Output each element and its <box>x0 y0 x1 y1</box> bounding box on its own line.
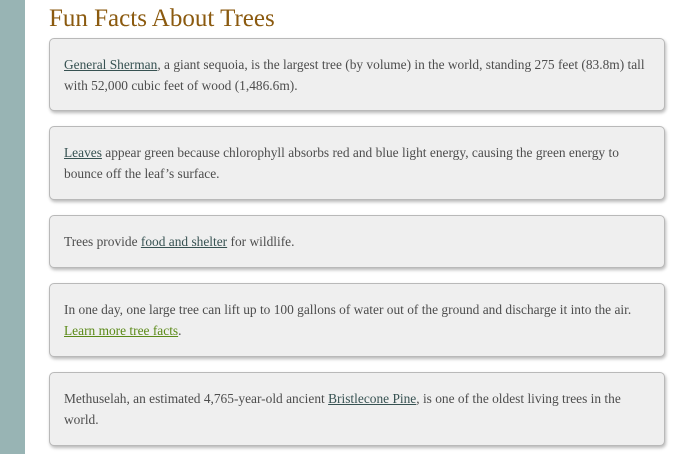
fact-text-after: for wildlife. <box>227 234 295 249</box>
page-title: Fun Facts About Trees <box>49 5 275 32</box>
fact-card-leaves: Leaves appear green because chlorophyll … <box>49 126 665 200</box>
fact-card-methuselah: Methuselah, an estimated 4,765-year-old … <box>49 372 665 446</box>
leaves-link[interactable]: Leaves <box>64 145 102 160</box>
sidebar-band <box>0 0 25 454</box>
fact-text-after: . <box>178 323 182 338</box>
fact-card-water: In one day, one large tree can lift up t… <box>49 283 665 357</box>
fact-text-before: Trees provide <box>64 234 141 249</box>
fact-text-after: appear green because chlorophyll absorbs… <box>64 145 619 181</box>
learn-more-tree-facts-link[interactable]: Learn more tree facts <box>64 323 178 338</box>
fact-text-before: In one day, one large tree can lift up t… <box>64 302 632 317</box>
fact-card-general-sherman: General Sherman, a giant sequoia, is the… <box>49 38 665 111</box>
general-sherman-link[interactable]: General Sherman <box>64 57 157 72</box>
fact-text: In one day, one large tree can lift up t… <box>64 299 650 341</box>
bristlecone-pine-link[interactable]: Bristlecone Pine <box>328 391 416 406</box>
fact-text: Leaves appear green because chlorophyll … <box>64 142 650 184</box>
fact-text: Trees provide food and shelter for wildl… <box>64 231 294 252</box>
food-and-shelter-link[interactable]: food and shelter <box>141 234 227 249</box>
fact-text-before: Methuselah, an estimated 4,765-year-old … <box>64 391 329 406</box>
fact-card-food-shelter: Trees provide food and shelter for wildl… <box>49 215 665 268</box>
fact-text: General Sherman, a giant sequoia, is the… <box>64 54 650 96</box>
fact-text: Methuselah, an estimated 4,765-year-old … <box>64 388 650 430</box>
